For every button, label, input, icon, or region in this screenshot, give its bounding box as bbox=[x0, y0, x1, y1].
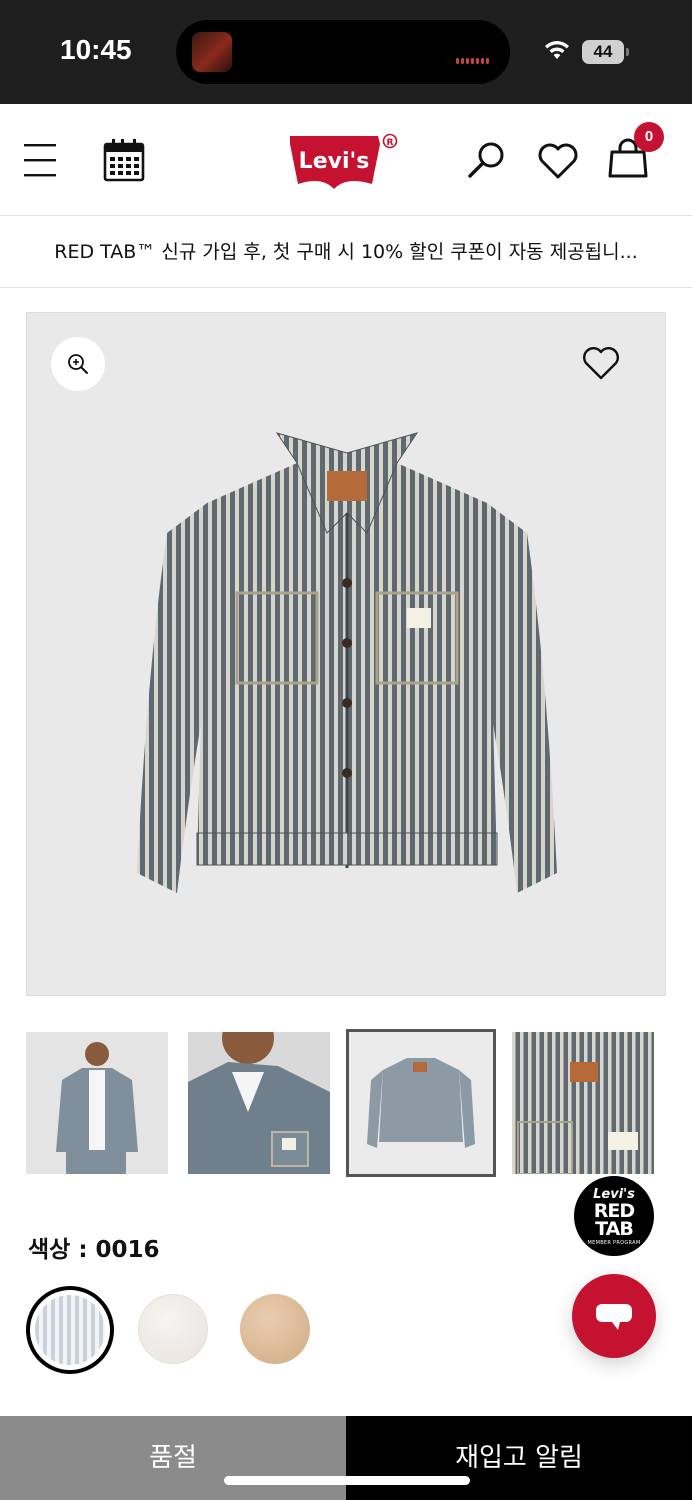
svg-text:R: R bbox=[387, 138, 394, 148]
search-button[interactable] bbox=[464, 136, 512, 184]
restock-alert-button[interactable]: 재입고 알림 bbox=[346, 1416, 692, 1500]
cart-count-badge: 0 bbox=[634, 122, 664, 152]
thumbnail-model-closeup[interactable] bbox=[188, 1032, 330, 1174]
color-label: 색상 : 0016 bbox=[28, 1237, 160, 1263]
badge-member-program: MEMBER PROGRAM bbox=[587, 1240, 641, 1246]
zoom-in-icon bbox=[68, 354, 88, 374]
red-tab-member-badge[interactable]: Levi's RED TAB MEMBER PROGRAM bbox=[572, 1174, 656, 1258]
chat-icon bbox=[596, 1304, 632, 1330]
search-icon bbox=[468, 142, 504, 178]
calendar-button[interactable] bbox=[100, 136, 148, 184]
status-bar: 10:45 44 bbox=[0, 0, 692, 104]
promo-banner[interactable]: RED TAB™ 신규 가입 후, 첫 구매 시 10% 할인 쿠폰이 자동 제… bbox=[0, 216, 692, 288]
soldout-button[interactable]: 품절 bbox=[0, 1416, 346, 1500]
badge-tab: TAB bbox=[595, 1218, 634, 1240]
levis-logo[interactable]: Levi's R bbox=[286, 132, 406, 190]
thumbnail-product-detail[interactable] bbox=[512, 1032, 654, 1174]
home-indicator bbox=[224, 1476, 470, 1485]
status-time: 10:45 bbox=[60, 34, 132, 65]
heart-icon bbox=[583, 347, 619, 380]
dynamic-island bbox=[176, 20, 510, 84]
wishlist-button[interactable] bbox=[534, 136, 582, 184]
thumbnail-product-flat[interactable] bbox=[346, 1029, 496, 1177]
menu-button[interactable] bbox=[18, 136, 66, 184]
wifi-icon bbox=[545, 41, 569, 59]
add-to-wishlist-button[interactable] bbox=[581, 343, 621, 383]
logo-text: Levi's bbox=[299, 149, 370, 174]
battery-icon: 44 bbox=[582, 40, 630, 64]
now-playing-artwork bbox=[192, 32, 232, 72]
audio-wave-icon bbox=[456, 49, 492, 64]
battery-level: 44 bbox=[582, 40, 624, 64]
menu-icon bbox=[24, 144, 56, 177]
calendar-icon bbox=[103, 139, 145, 182]
swatch-cream[interactable] bbox=[138, 1294, 208, 1364]
product-main-image[interactable] bbox=[26, 312, 666, 996]
swatch-hickory-stripe[interactable] bbox=[26, 1286, 114, 1374]
chat-button[interactable] bbox=[572, 1274, 656, 1358]
swatch-tan[interactable] bbox=[240, 1294, 310, 1364]
site-header: Levi's R bbox=[0, 104, 692, 216]
zoom-button[interactable] bbox=[51, 337, 105, 391]
thumbnail-model-front[interactable] bbox=[26, 1032, 168, 1174]
jacket-image bbox=[137, 432, 557, 893]
heart-icon bbox=[538, 143, 578, 179]
